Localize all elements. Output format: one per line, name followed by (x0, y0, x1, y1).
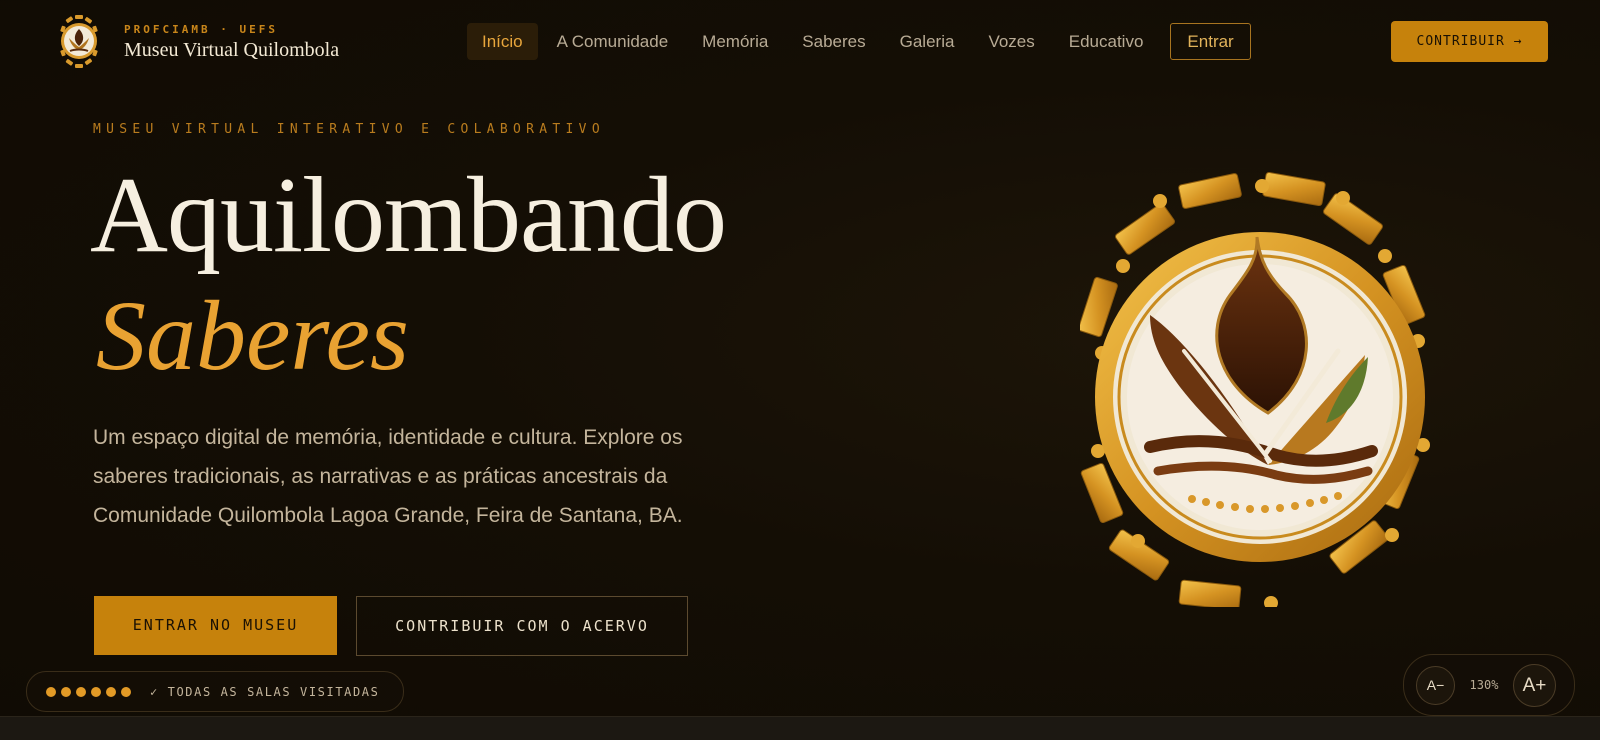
contribute-collection-button[interactable]: CONTRIBUIR COM O ACERVO (356, 596, 688, 656)
progress-dot (106, 686, 116, 697)
brand-subtitle: PROFCIAMB · UEFS (124, 22, 278, 36)
nav-item-saberes[interactable]: Saberes (787, 23, 880, 60)
nav-item-memoria[interactable]: Memória (687, 23, 783, 60)
progress-dot (91, 686, 101, 697)
enter-button[interactable]: Entrar (1170, 23, 1251, 60)
progress-dot (61, 686, 71, 697)
hero-title: Aquilombando (90, 156, 727, 275)
increase-font-button[interactable]: A+ (1513, 663, 1556, 707)
nav-item-educativo[interactable]: Educativo (1054, 23, 1159, 60)
progress-dot (121, 686, 131, 697)
main-menu: Início A Comunidade Memória Saberes Gale… (467, 23, 1251, 60)
hero-title-accent: Saberes (96, 280, 409, 391)
font-zoom-control: A− 130% A+ (1403, 654, 1575, 716)
contribute-button[interactable]: CONTRIBUIR → (1391, 21, 1548, 62)
decrease-font-button[interactable]: A− (1416, 665, 1455, 705)
top-navigation: PROFCIAMB · UEFS Museu Virtual Quilombol… (0, 0, 1600, 84)
nav-item-inicio[interactable]: Início (467, 23, 538, 60)
quilombola-emblem-icon (1080, 171, 1430, 607)
hero-eyebrow: MUSEU VIRTUAL INTERATIVO E COLABORATIVO (93, 122, 605, 137)
progress-label: ✓ TODAS AS SALAS VISITADAS (150, 684, 380, 699)
bottom-bar (0, 716, 1600, 740)
enter-museum-button[interactable]: ENTRAR NO MUSEU (94, 596, 337, 655)
progress-dot (46, 686, 56, 697)
rooms-progress: ✓ TODAS AS SALAS VISITADAS (26, 671, 404, 712)
hero-description: Um espaço digital de memória, identidade… (93, 426, 683, 527)
nav-item-galeria[interactable]: Galeria (885, 23, 970, 60)
progress-dot (76, 686, 86, 697)
progress-dots (46, 686, 136, 697)
brand[interactable]: PROFCIAMB · UEFS Museu Virtual Quilombol… (58, 14, 339, 70)
museum-logo-icon (60, 15, 98, 68)
brand-title: Museu Virtual Quilombola (124, 38, 340, 61)
nav-item-vozes[interactable]: Vozes (973, 23, 1049, 60)
nav-item-comunidade[interactable]: A Comunidade (542, 23, 684, 60)
zoom-value: 130% (1469, 678, 1499, 692)
